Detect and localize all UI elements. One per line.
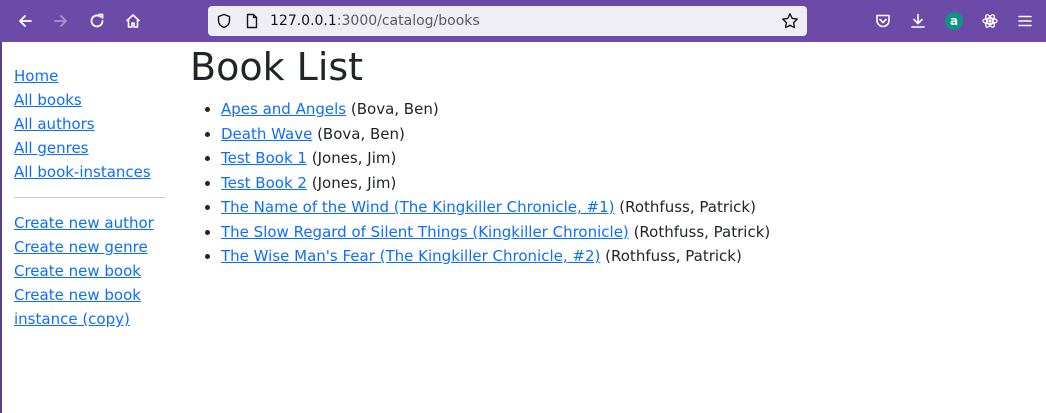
sidebar-link-all-book-instances[interactable]: All book-instances (14, 160, 166, 184)
page-icon[interactable] (244, 13, 260, 29)
url-bar[interactable]: 127.0.0.1:3000/catalog/books (208, 6, 807, 36)
book-list-item: The Name of the Wind (The Kingkiller Chr… (221, 195, 1030, 220)
home-icon (125, 14, 141, 28)
extension-icon (982, 14, 998, 28)
book-list-item: The Wise Man's Fear (The Kingkiller Chro… (221, 244, 1030, 269)
book-author: (Rothfuss, Patrick) (633, 222, 771, 241)
book-link[interactable]: The Wise Man's Fear (The Kingkiller Chro… (221, 247, 600, 265)
back-button[interactable] (12, 8, 38, 34)
sidebar-link-all-books[interactable]: All books (14, 88, 166, 112)
main-content: Book List Apes and Angels (Bova, Ben) De… (190, 44, 1030, 269)
download-icon (911, 13, 925, 28)
book-list-item: The Slow Regard of Silent Things (Kingki… (221, 220, 1030, 245)
menu-button[interactable] (1012, 8, 1038, 34)
sidebar-link-all-genres[interactable]: All genres (14, 136, 166, 160)
reload-icon (90, 13, 104, 28)
sidebar-divider (14, 197, 165, 198)
forward-button[interactable] (48, 8, 74, 34)
page-title: Book List (190, 45, 364, 89)
back-icon (19, 15, 32, 27)
pocket-button[interactable] (870, 8, 896, 34)
url-path: :3000/catalog/books (336, 13, 480, 29)
sidebar-link-all-authors[interactable]: All authors (14, 112, 166, 136)
book-list-item: Test Book 1 (Jones, Jim) (221, 146, 1030, 171)
sidebar-link-home[interactable]: Home (14, 64, 166, 88)
sidebar: Home All books All authors All genres Al… (14, 64, 166, 331)
forward-icon (54, 15, 67, 27)
book-link[interactable]: Test Book 2 (221, 174, 307, 192)
book-link[interactable]: Death Wave (221, 125, 312, 143)
window-border (0, 42, 2, 413)
account-button[interactable]: a (941, 8, 967, 34)
book-link[interactable]: Test Book 1 (221, 149, 307, 167)
book-list-item: Test Book 2 (Jones, Jim) (221, 171, 1030, 196)
book-author: (Bova, Ben) (350, 100, 439, 118)
url-text[interactable]: 127.0.0.1:3000/catalog/books (270, 13, 480, 29)
book-link[interactable]: The Slow Regard of Silent Things (Kingki… (221, 223, 629, 241)
account-icon: a (945, 12, 963, 30)
book-list: Apes and Angels (Bova, Ben) Death Wave (… (190, 97, 1030, 269)
sidebar-link-create-author[interactable]: Create new author (14, 211, 166, 235)
book-list-item: Death Wave (Bova, Ben) (221, 122, 1030, 147)
browser-toolbar: 127.0.0.1:3000/catalog/books a (0, 0, 1046, 42)
home-button[interactable] (120, 8, 146, 34)
sidebar-link-create-book-instance[interactable]: Create new book instance (copy) (14, 283, 166, 331)
book-author: (Bova, Ben) (317, 124, 405, 143)
sidebar-link-create-book[interactable]: Create new book (14, 259, 166, 283)
extension-button[interactable] (977, 8, 1003, 34)
book-author: (Jones, Jim) (311, 149, 397, 167)
url-host: 127.0.0.1 (270, 13, 337, 29)
reload-button[interactable] (84, 8, 110, 34)
shield-icon[interactable] (216, 13, 232, 29)
book-author: (Rothfuss, Patrick) (619, 198, 756, 216)
book-link[interactable]: The Name of the Wind (The Kingkiller Chr… (221, 198, 614, 216)
menu-icon (1018, 15, 1032, 27)
book-author: (Jones, Jim) (311, 173, 397, 192)
book-link[interactable]: Apes and Angels (221, 100, 346, 118)
downloads-button[interactable] (905, 8, 931, 34)
book-author: (Rothfuss, Patrick) (605, 247, 742, 265)
sidebar-link-create-genre[interactable]: Create new genre (14, 235, 166, 259)
pocket-icon (876, 14, 890, 28)
star-icon[interactable] (781, 12, 799, 30)
book-list-item: Apes and Angels (Bova, Ben) (221, 97, 1030, 122)
